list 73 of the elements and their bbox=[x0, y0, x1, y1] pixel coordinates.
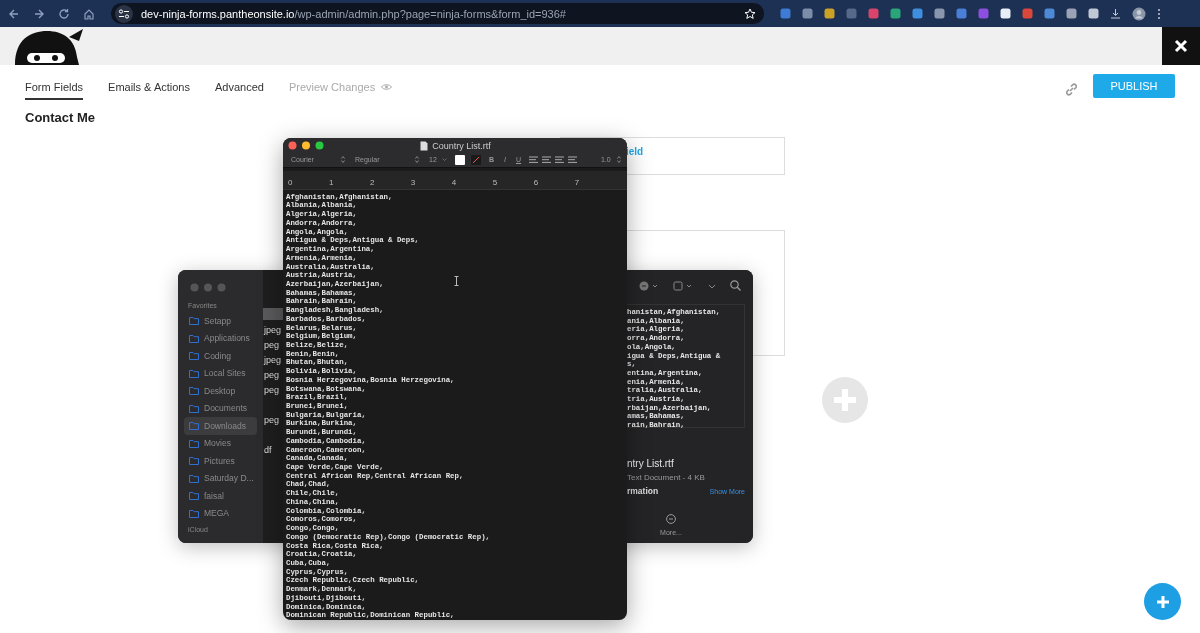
extension-icon[interactable] bbox=[1000, 8, 1011, 19]
address-bar[interactable]: dev-ninja-forms.pantheonsite.io/wp-admin/admin.php?page=ninja-forms&form_id=936# bbox=[111, 3, 764, 24]
publish-button[interactable]: PUBLISH bbox=[1093, 73, 1175, 98]
download-icon[interactable] bbox=[1110, 8, 1121, 19]
close-button[interactable] bbox=[1162, 27, 1200, 65]
sidebar-item[interactable]: Setapp bbox=[184, 312, 257, 330]
plus-icon[interactable] bbox=[1155, 594, 1170, 609]
window-controls-icon[interactable] bbox=[288, 141, 324, 151]
sidebar-item[interactable]: Coding bbox=[184, 347, 257, 365]
tab[interactable]: Emails & Actions bbox=[108, 78, 190, 100]
avatar-icon[interactable] bbox=[1132, 6, 1146, 21]
share-menu-icon[interactable] bbox=[639, 280, 659, 291]
ruler-number: 5 bbox=[492, 177, 498, 187]
extension-icon[interactable] bbox=[1066, 8, 1077, 19]
tab[interactable]: Form Fields bbox=[25, 78, 84, 100]
ruler-number: 2 bbox=[369, 177, 375, 187]
file-title: ntry List.rtf bbox=[627, 458, 675, 469]
document-icon bbox=[420, 140, 429, 151]
sidebar-item[interactable]: Documents bbox=[184, 399, 257, 417]
alignment-icons[interactable] bbox=[529, 155, 578, 164]
sidebar-item[interactable]: Movies bbox=[184, 434, 257, 452]
field-link[interactable]: ield bbox=[626, 146, 644, 157]
sidebar-item[interactable]: Applications bbox=[184, 329, 257, 347]
updown-icon bbox=[415, 156, 419, 164]
file-name[interactable]: peg bbox=[263, 383, 284, 398]
sidebar-item[interactable]: Desktop bbox=[184, 382, 257, 400]
back-icon[interactable] bbox=[8, 7, 20, 20]
sidebar-item[interactable]: Saturday D... bbox=[184, 469, 257, 487]
sidebar-item[interactable]: faisal bbox=[184, 487, 257, 505]
sidebar-item[interactable]: Local Sites bbox=[184, 364, 257, 382]
window-title: Country List.rtf bbox=[432, 140, 491, 151]
tag-menu-icon[interactable] bbox=[673, 280, 694, 291]
file-kind: Text Document - 4 KB bbox=[627, 473, 706, 482]
forward-icon[interactable] bbox=[33, 7, 45, 20]
file-name[interactable]: peg bbox=[263, 413, 284, 428]
sidebar-item[interactable]: MEGA bbox=[184, 504, 257, 522]
info-heading: rmation bbox=[627, 486, 659, 496]
form-title: Contact Me bbox=[24, 109, 97, 127]
more-icon[interactable] bbox=[1157, 7, 1161, 20]
updown-icon bbox=[617, 156, 621, 164]
file-name[interactable]: df bbox=[263, 443, 284, 458]
text-color-well[interactable] bbox=[455, 154, 465, 165]
updown-icon bbox=[341, 156, 345, 164]
highlight-color-well[interactable] bbox=[471, 154, 481, 165]
add-field-icon[interactable] bbox=[822, 377, 868, 423]
star-icon[interactable] bbox=[744, 7, 756, 20]
ruler-number: 1 bbox=[328, 177, 334, 187]
add-button[interactable] bbox=[1144, 583, 1181, 620]
site-settings-icon[interactable] bbox=[118, 7, 130, 20]
reload-icon[interactable] bbox=[58, 7, 70, 20]
extension-icon[interactable] bbox=[824, 8, 835, 19]
chevron-icon bbox=[442, 157, 447, 162]
ruler-number: 7 bbox=[574, 177, 580, 187]
file-name[interactable]: peg bbox=[263, 338, 284, 353]
close-icon[interactable] bbox=[1174, 39, 1188, 53]
ninja-logo bbox=[13, 27, 83, 65]
sidebar-item[interactable]: Downloads bbox=[184, 417, 257, 435]
search-icon[interactable] bbox=[730, 280, 741, 291]
ruler-number: 0 bbox=[288, 177, 293, 187]
file-name[interactable]: jpeg bbox=[263, 353, 284, 368]
text-cursor-icon bbox=[454, 275, 459, 286]
home-icon[interactable] bbox=[83, 7, 95, 20]
ruler-number: 3 bbox=[410, 177, 416, 187]
extension-icon[interactable] bbox=[1088, 8, 1099, 19]
file-name[interactable]: jpeg bbox=[263, 323, 284, 338]
file-name[interactable]: peg bbox=[263, 368, 284, 383]
tab[interactable]: Advanced bbox=[215, 78, 264, 100]
more-icon[interactable] bbox=[666, 514, 676, 524]
sidebar-item[interactable]: Pictures bbox=[184, 452, 257, 470]
ruler-number: 4 bbox=[451, 177, 457, 187]
ruler-number: 6 bbox=[533, 177, 539, 187]
link-icon[interactable] bbox=[1063, 80, 1080, 98]
url-text: dev-ninja-forms.pantheonsite.io/wp-admin/admin.php?page=ninja-forms&form_id=936# bbox=[141, 7, 567, 20]
